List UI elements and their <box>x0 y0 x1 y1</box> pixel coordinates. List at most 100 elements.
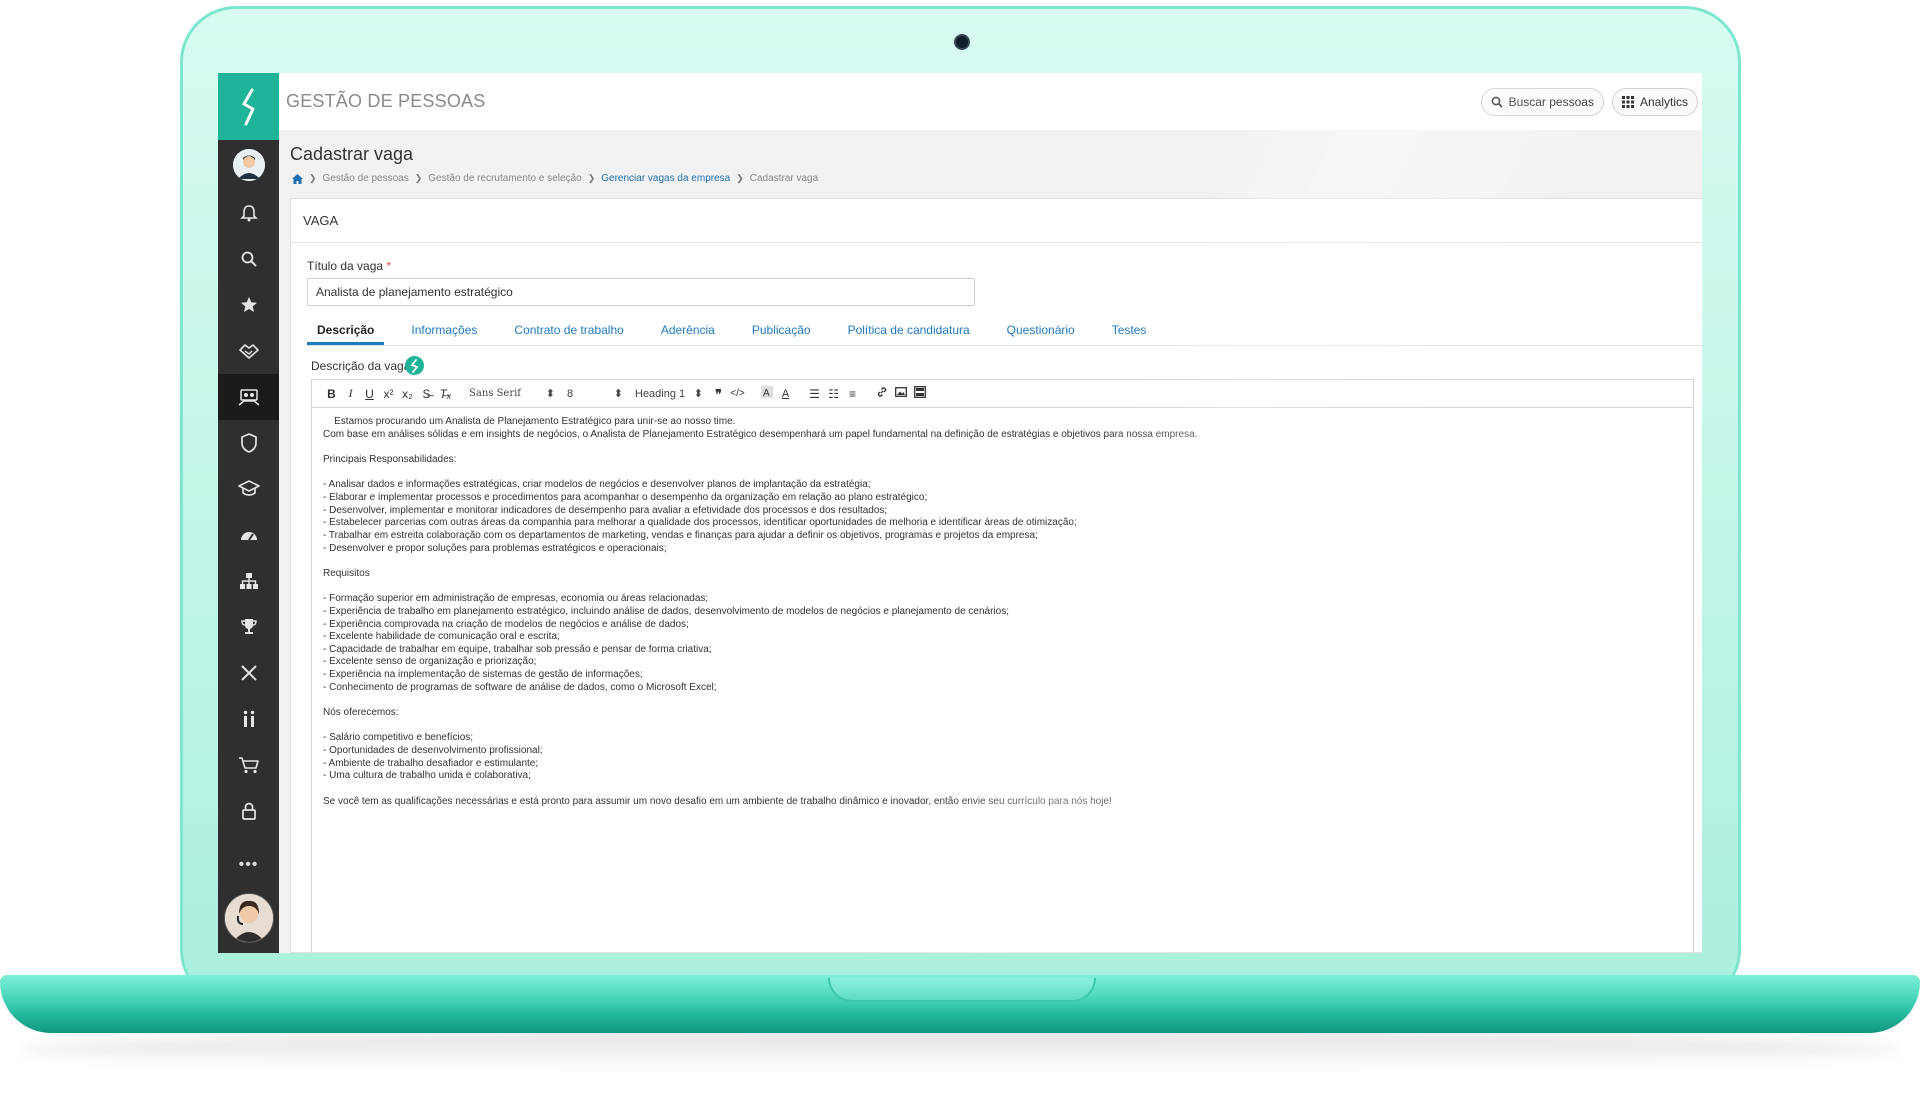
quote-icon[interactable]: ❞ <box>709 387 728 401</box>
sidebar-item-notifications[interactable] <box>218 190 279 236</box>
laptop-shadow <box>20 1030 1900 1070</box>
svg-text:A: A <box>763 388 770 398</box>
tab-bar: Descrição Informações Contrato de trabal… <box>307 319 1702 346</box>
breadcrumb-item[interactable]: Gestão de pessoas <box>323 173 409 184</box>
laptop-notch <box>828 978 1096 1002</box>
image-icon[interactable] <box>891 386 910 401</box>
screen: ••• GESTÃO DE PESSOAS Buscar pessoas Ana… <box>218 73 1702 953</box>
tab-testes[interactable]: Testes <box>1102 319 1157 345</box>
strike-button[interactable]: S̶ <box>417 387 436 401</box>
sidebar-item-tools[interactable] <box>218 650 279 696</box>
sidebar-item-awards[interactable] <box>218 604 279 650</box>
tab-questionario[interactable]: Questionário <box>997 319 1085 345</box>
sidebar-item-info[interactable] <box>218 696 279 742</box>
breadcrumb-current: Cadastrar vaga <box>749 173 819 184</box>
graduation-cap-icon <box>237 480 260 496</box>
sidebar-item-dashboard[interactable] <box>218 512 279 558</box>
align-icon[interactable]: ≡ <box>843 387 862 401</box>
select-arrows-icon: ⬍ <box>545 388 555 400</box>
app-title: GESTÃO DE PESSOAS <box>286 91 486 111</box>
app-logo[interactable] <box>218 73 279 140</box>
chevron-right-icon: ❯ <box>736 173 744 183</box>
bullet-list-icon[interactable]: ☰ <box>805 387 824 401</box>
heading-select[interactable]: Heading 1 ⬍ <box>635 387 703 401</box>
search-icon <box>1491 96 1503 108</box>
page-title: Cadastrar vaga <box>290 144 414 164</box>
clear-format-button[interactable]: T̶ₓ <box>436 387 455 401</box>
card-title: VAGA <box>291 199 1702 243</box>
shield-icon <box>240 433 257 453</box>
text-color-icon[interactable]: A <box>776 388 795 400</box>
sidebar-item-favorites[interactable] <box>218 282 279 328</box>
tab-aderencia[interactable]: Aderência <box>651 319 725 345</box>
text-background-icon[interactable]: A <box>757 386 776 401</box>
breadcrumb-item[interactable]: Gestão de recrutamento e seleção <box>428 173 581 184</box>
breadcrumb: ❯ Gestão de pessoas ❯ Gestão de recrutam… <box>292 173 818 184</box>
lock-icon <box>241 802 256 820</box>
user-avatar-icon <box>232 149 265 181</box>
tab-informacoes[interactable]: Informações <box>401 319 487 345</box>
sidebar-item-partnership[interactable] <box>218 328 279 374</box>
subscript-button[interactable]: x₂ <box>398 387 417 401</box>
tab-contrato[interactable]: Contrato de trabalho <box>504 319 633 345</box>
trophy-icon <box>240 619 257 634</box>
top-header: GESTÃO DE PESSOAS Buscar pessoas Analyti… <box>279 73 1702 131</box>
font-select[interactable]: Sans Serif ⬍ <box>469 387 555 400</box>
vaga-card: VAGA Título da vaga * Descrição Informaç… <box>290 198 1702 953</box>
code-icon[interactable]: </> <box>728 388 747 399</box>
editor-toolbar: B I U x² x₂ S̶ T̶ₓ Sans Serif ⬍ 8 ⬍ Headin… <box>312 380 1693 408</box>
sidebar: ••• <box>218 73 279 953</box>
link-icon[interactable] <box>872 386 891 401</box>
tab-publicacao[interactable]: Publicação <box>742 319 821 345</box>
sidebar-item-education[interactable] <box>218 466 279 512</box>
description-label: Descrição da vaga * <box>311 359 418 373</box>
more-icon[interactable]: ••• <box>218 844 279 886</box>
webcam <box>954 34 970 50</box>
superscript-button[interactable]: x² <box>379 387 398 401</box>
underline-button[interactable]: U <box>360 387 379 401</box>
analytics-label: Analytics <box>1639 94 1688 109</box>
analytics-button[interactable]: Analytics <box>1611 87 1698 116</box>
bold-button[interactable]: B <box>322 387 341 401</box>
ai-assistant-icon[interactable] <box>405 356 424 375</box>
size-select[interactable]: 8 ⬍ <box>567 387 623 401</box>
cart-icon <box>238 757 259 774</box>
bell-icon <box>239 205 258 222</box>
sidebar-item-store[interactable] <box>218 742 279 788</box>
ordered-list-icon[interactable]: ☷ <box>824 387 843 401</box>
tab-politica[interactable]: Política de candidatura <box>838 319 980 345</box>
chevron-right-icon: ❯ <box>414 173 423 183</box>
info-icon <box>243 710 254 727</box>
support-avatar[interactable] <box>224 893 274 943</box>
people-board-icon <box>238 389 259 406</box>
sidebar-item-security[interactable] <box>218 420 279 466</box>
tab-descricao[interactable]: Descrição <box>307 319 385 345</box>
logo-icon <box>242 88 254 125</box>
rich-text-editor: B I U x² x₂ S̶ T̶ₓ Sans Serif ⬍ 8 ⬍ Headin… <box>311 379 1694 953</box>
org-chart-icon <box>239 573 258 589</box>
chevron-right-icon: ❯ <box>587 173 596 183</box>
star-icon <box>240 297 257 312</box>
job-title-input[interactable] <box>307 278 975 306</box>
crossed-tools-icon <box>240 665 257 681</box>
search-icon <box>241 251 257 267</box>
breadcrumb-item[interactable]: Gerenciar vagas da empresa <box>601 173 730 184</box>
sidebar-item-orgchart[interactable] <box>218 558 279 604</box>
sidebar-item-search[interactable] <box>218 236 279 282</box>
sidebar-item-profile[interactable] <box>218 140 279 190</box>
search-people-button[interactable]: Buscar pessoas <box>1480 87 1604 116</box>
italic-button[interactable]: I <box>341 386 360 401</box>
search-people-label: Buscar pessoas <box>1508 94 1594 109</box>
gauge-icon <box>240 532 257 541</box>
home-icon[interactable] <box>292 173 303 184</box>
video-icon[interactable] <box>910 386 929 401</box>
required-mark: * <box>386 259 392 273</box>
sidebar-item-lock[interactable] <box>218 788 279 834</box>
sidebar-item-recruitment[interactable] <box>218 374 279 420</box>
page-content: Cadastrar vaga ❯ Gestão de pessoas ❯ Ges… <box>279 130 1702 953</box>
select-arrows-icon: ⬍ <box>693 388 703 400</box>
chevron-right-icon: ❯ <box>309 173 317 183</box>
grid-icon <box>1621 95 1634 108</box>
handshake-icon <box>238 344 259 359</box>
editor-content[interactable]: Estamos procurando um Analista de Planej… <box>312 408 1693 816</box>
